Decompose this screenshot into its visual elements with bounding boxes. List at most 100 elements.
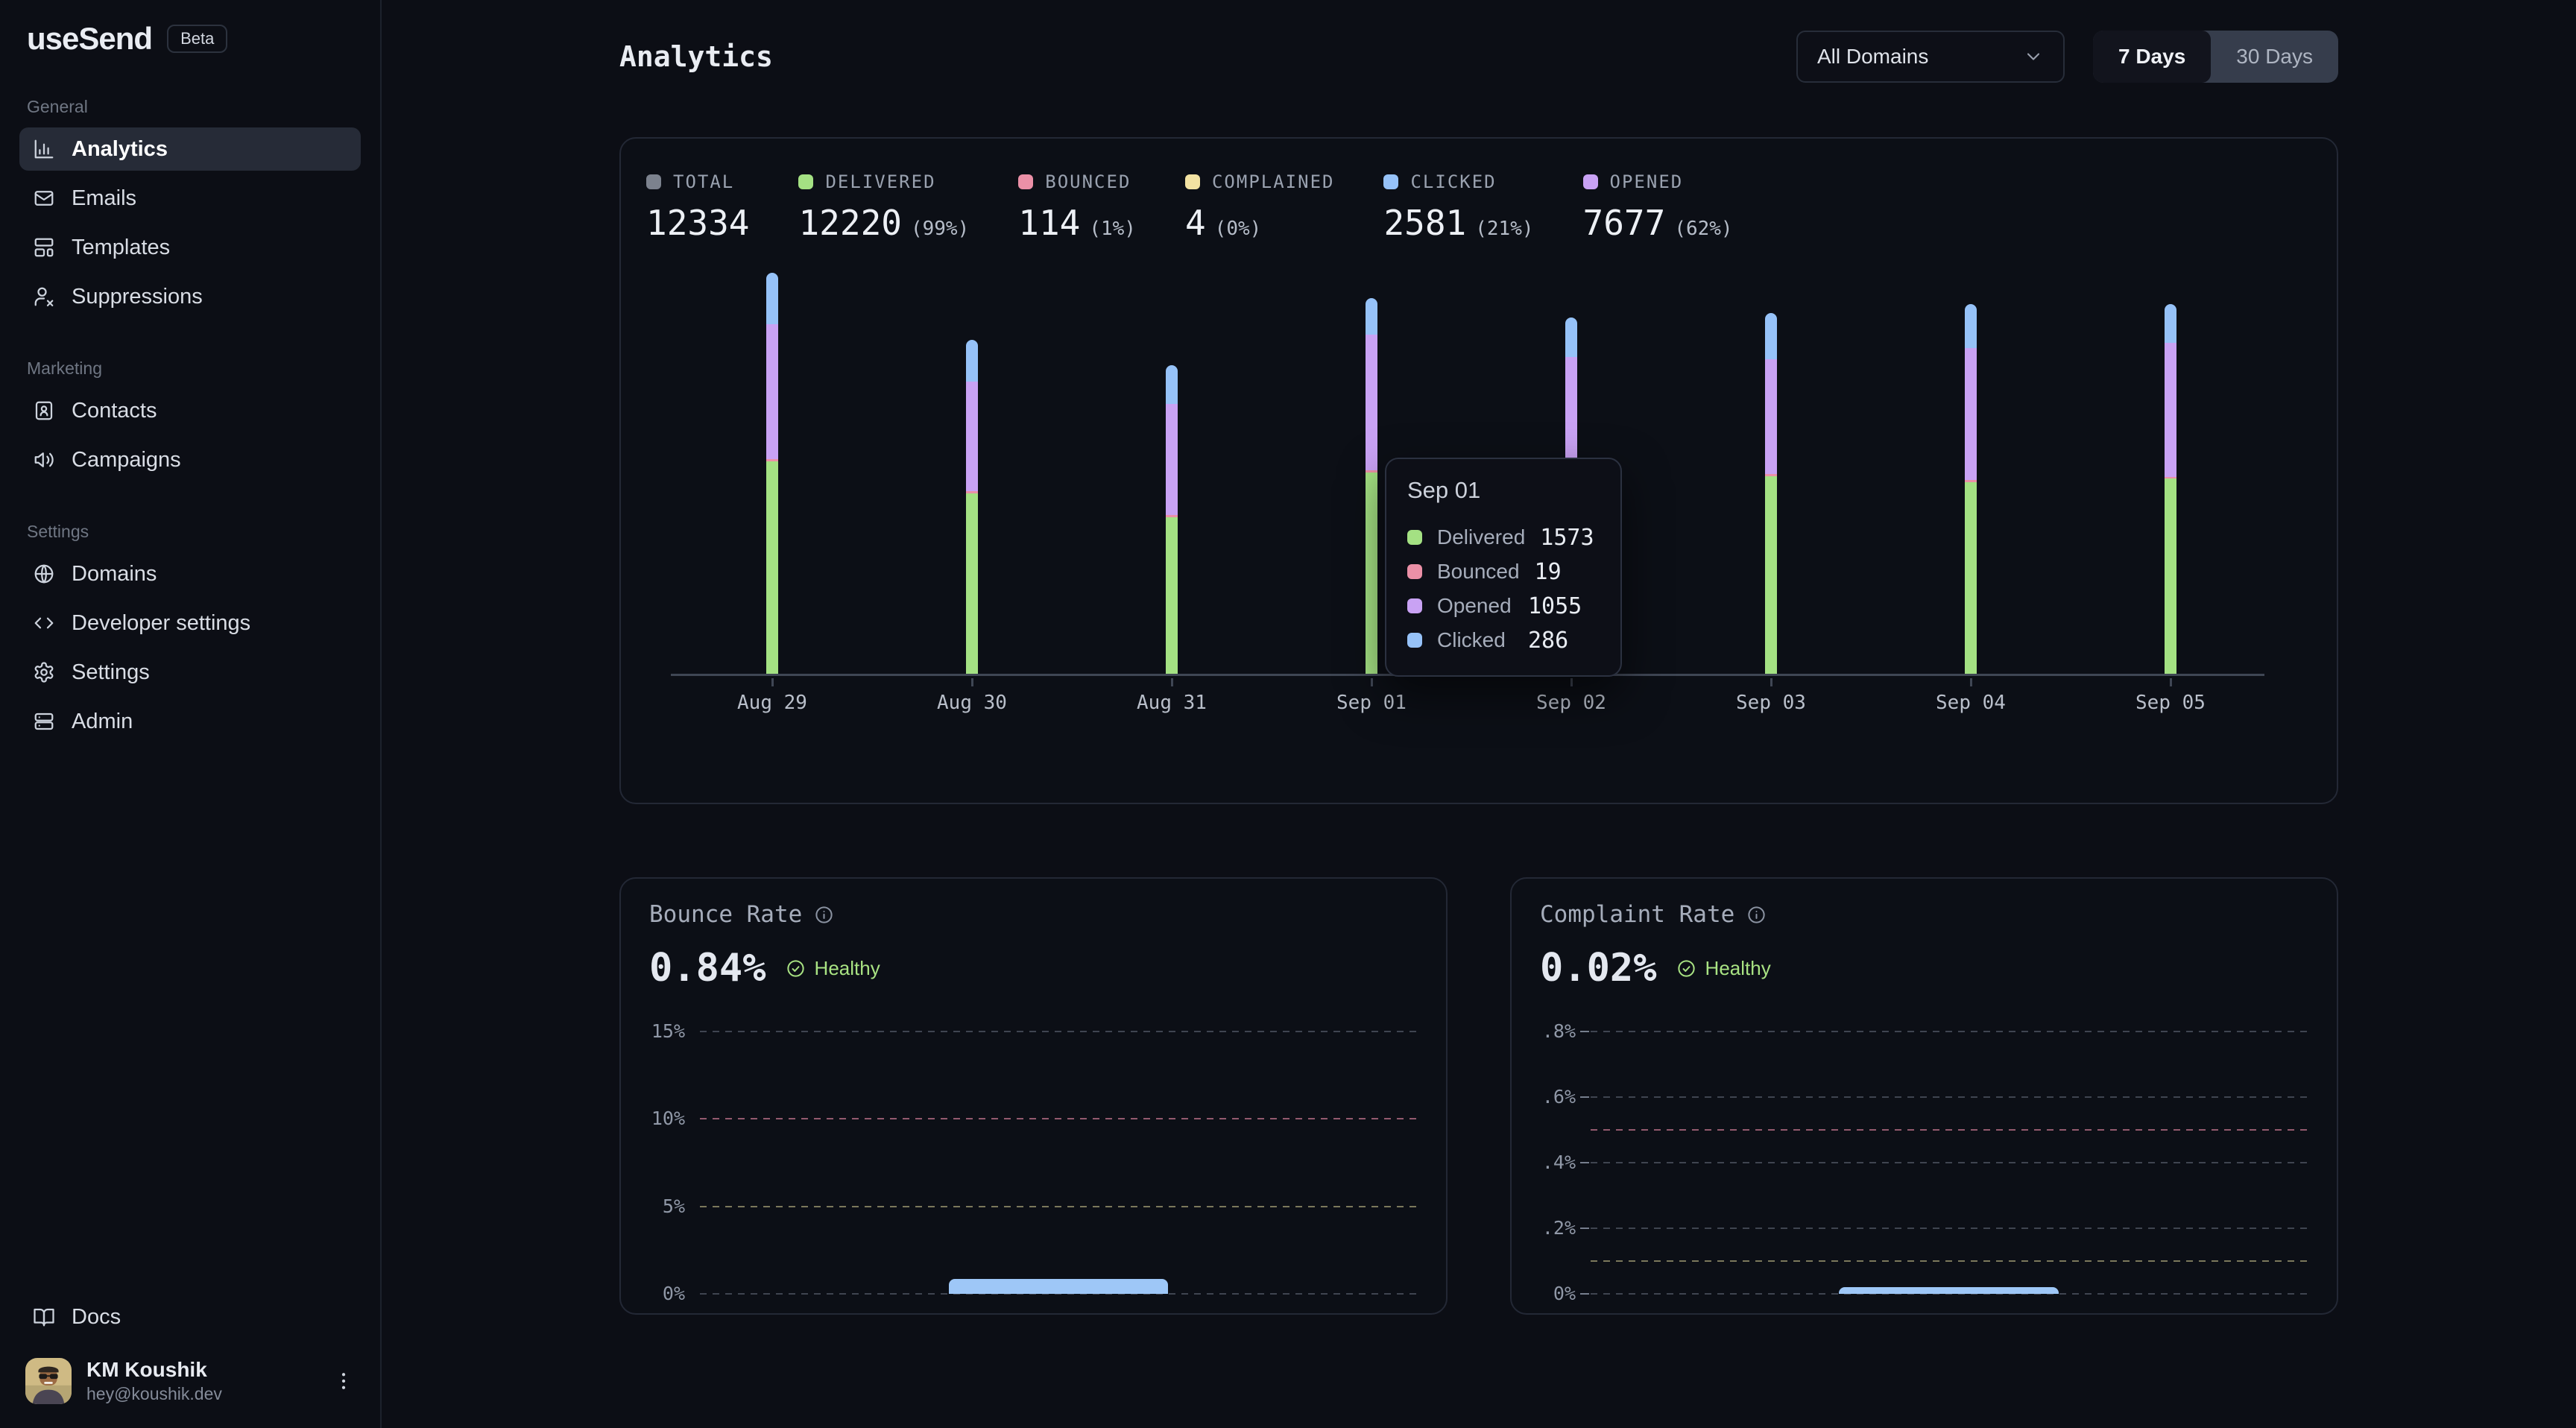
bar-sep-04[interactable] (1965, 304, 1977, 674)
x-axis-label: Aug 29 (698, 692, 847, 714)
range-7days-button[interactable]: 7 Days (2093, 31, 2211, 83)
gridline-threshold (1512, 1260, 2337, 1262)
y-axis-label: .4% (1512, 1151, 1576, 1173)
sidebar-item-label: Emails (72, 186, 136, 211)
gridline-dashes (1591, 1096, 2308, 1098)
gridline-dashes (700, 1206, 1418, 1207)
x-axis-tick (2170, 678, 2172, 686)
bar-segment-delivered (1765, 476, 1777, 674)
complaint-rate-card: Complaint Rate 0.02% Healthy .8%.6%.4%.2… (1510, 877, 2338, 1315)
stat-dot (646, 174, 661, 189)
main-area: Analytics All Domains 7 Days 30 Days TOT… (382, 0, 2576, 1428)
stat-value: 4 (1185, 203, 1206, 243)
x-axis-label: Sep 03 (1696, 692, 1846, 714)
sidebar-item-docs[interactable]: Docs (19, 1295, 361, 1339)
globe-icon (33, 563, 55, 585)
complaint-rate-value-row: 0.02% Healthy (1540, 946, 1771, 991)
bar-aug-29[interactable] (766, 273, 778, 674)
tooltip-value: 1055 (1528, 593, 1600, 619)
gridline-dashes (1591, 1129, 2308, 1131)
tooltip-value: 1573 (1540, 525, 1600, 551)
stat-label: BOUNCED (1045, 171, 1131, 192)
stat-label: TOTAL (673, 171, 734, 192)
x-axis-label: Aug 30 (897, 692, 1046, 714)
book-user-icon (33, 399, 55, 422)
beta-badge: Beta (167, 25, 227, 53)
tooltip-row: Opened1055 (1407, 589, 1600, 623)
bar-segment-delivered (2165, 478, 2176, 674)
domain-filter-value: All Domains (1817, 45, 1928, 69)
domain-filter-select[interactable]: All Domains (1796, 31, 2065, 83)
bounce-rate-bar[interactable] (949, 1279, 1168, 1294)
chart-tooltip: Sep 01 Delivered1573Bounced19Opened1055C… (1385, 458, 1622, 677)
complaint-rate-bar[interactable] (1839, 1287, 2059, 1294)
check-circle-icon (1676, 958, 1696, 979)
bar-sep-01[interactable] (1366, 298, 1377, 674)
bar-sep-03[interactable] (1765, 313, 1777, 674)
sidebar-item-admin[interactable]: Admin (19, 700, 361, 743)
stat-value: 7677 (1583, 203, 1666, 243)
server-icon (33, 710, 55, 733)
bounce-rate-title-row: Bounce Rate (649, 901, 834, 928)
sidebar-item-analytics[interactable]: Analytics (19, 127, 361, 171)
stat-delivered: DELIVERED12220(99%) (798, 171, 969, 243)
sidebar-item-label: Domains (72, 562, 157, 587)
gridline-10-: 10% (621, 1118, 1446, 1119)
sidebar-item-campaigns[interactable]: Campaigns (19, 438, 361, 481)
x-axis-tick (1970, 678, 1972, 686)
user-meta: KM Koushik hey@koushik.dev (86, 1359, 222, 1403)
bar-aug-30[interactable] (966, 340, 978, 674)
complaint-rate-chart: .8%.6%.4%.2%0% (1512, 1031, 2337, 1294)
bar-aug-31[interactable] (1166, 365, 1178, 674)
nav-section-title: General (27, 97, 353, 117)
sidebar-item-developer-settings[interactable]: Developer settings (19, 601, 361, 645)
gridline-dashes (1591, 1162, 2308, 1163)
bounce-status-badge: Healthy (786, 957, 880, 980)
gridline-dashes (700, 1118, 1418, 1119)
sidebar-item-domains[interactable]: Domains (19, 552, 361, 595)
bar-segment-clicked (1565, 317, 1577, 357)
x-axis-tick (1770, 678, 1772, 686)
user-menu[interactable]: KM Koushik hey@koushik.dev (19, 1345, 361, 1416)
range-30days-button[interactable]: 30 Days (2211, 31, 2338, 83)
sidebar-item-contacts[interactable]: Contacts (19, 389, 361, 432)
tooltip-title: Sep 01 (1407, 477, 1600, 504)
gridline-dashes (1591, 1031, 2308, 1032)
gridline-15-: 15% (621, 1031, 1446, 1032)
sidebar-item-label: Campaigns (72, 448, 181, 473)
header-controls: All Domains 7 Days 30 Days (1796, 31, 2338, 83)
range-toggle: 7 Days 30 Days (2093, 31, 2338, 83)
bounce-rate-title: Bounce Rate (649, 901, 802, 928)
sidebar-item-emails[interactable]: Emails (19, 177, 361, 220)
info-icon[interactable] (1746, 905, 1767, 925)
bar-segment-opened (1765, 359, 1777, 474)
stat-opened: OPENED7677(62%) (1583, 171, 1733, 243)
stat-percentage: (62%) (1674, 218, 1732, 240)
tooltip-label: Clicked (1437, 628, 1506, 652)
tooltip-swatch (1407, 530, 1422, 545)
bar-segment-delivered (966, 493, 978, 674)
sidebar-item-templates[interactable]: Templates (19, 226, 361, 269)
complaint-status-badge: Healthy (1676, 957, 1771, 980)
stat-value: 12220 (798, 203, 901, 243)
bar-segment-opened (966, 382, 978, 492)
kebab-menu-icon[interactable] (332, 1370, 355, 1392)
sidebar-item-label: Settings (72, 660, 150, 685)
bar-segment-clicked (1765, 313, 1777, 359)
y-axis-label: .2% (1512, 1217, 1576, 1239)
bar-segment-delivered (1965, 482, 1977, 674)
y-axis-tick (1580, 1228, 1589, 1229)
tooltip-value: 19 (1535, 559, 1600, 585)
sidebar: useSend Beta GeneralAnalyticsEmailsTempl… (0, 0, 382, 1428)
bar-sep-05[interactable] (2165, 304, 2176, 674)
sidebar-item-label: Analytics (72, 137, 168, 162)
sidebar-item-label: Suppressions (72, 285, 203, 309)
sidebar-item-suppressions[interactable]: Suppressions (19, 275, 361, 318)
info-icon[interactable] (814, 905, 834, 925)
user-x-icon (33, 285, 55, 308)
bar-segment-clicked (766, 273, 778, 324)
sidebar-item-settings[interactable]: Settings (19, 651, 361, 694)
stat-complained: COMPLAINED4(0%) (1185, 171, 1335, 243)
bar-chart-icon (33, 138, 55, 160)
stat-percentage: (99%) (911, 218, 969, 240)
